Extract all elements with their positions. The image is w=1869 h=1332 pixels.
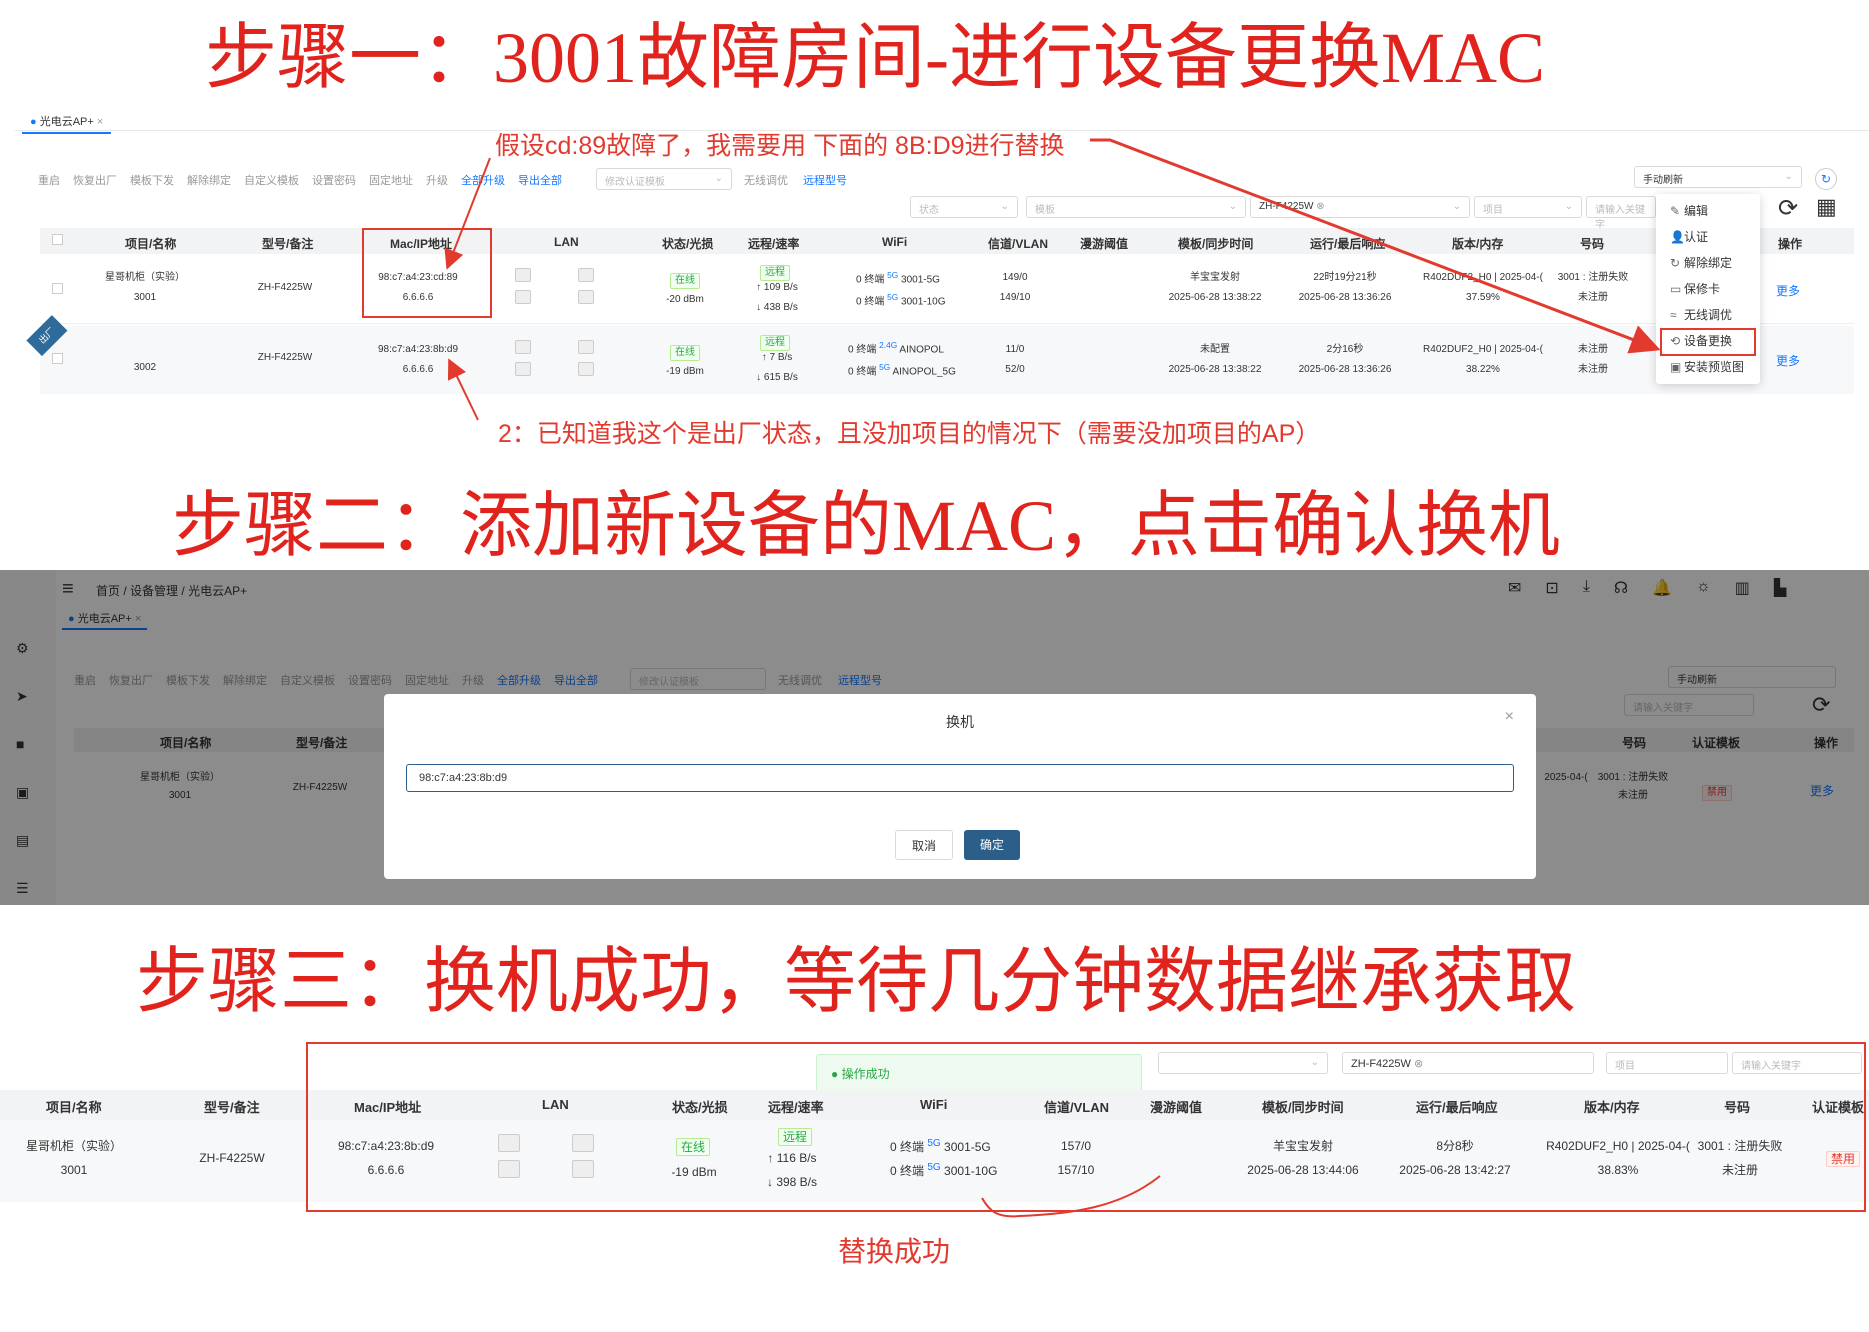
close-icon[interactable]: × [1505, 708, 1514, 726]
arrow [1090, 138, 1661, 354]
col-name: 项目/名称 [46, 1100, 102, 1115]
col-model: 型号/备注 [204, 1100, 260, 1115]
arrows-step1 [444, 138, 1661, 421]
step3-title: 步骤三：换机成功，等待几分钟数据继承获取 [136, 942, 1577, 1022]
annotation-success: 替换成功 [838, 1236, 951, 1267]
dialog-title: 换机 [946, 714, 974, 730]
row-model: ZH-F4225W [199, 1151, 265, 1165]
arrow [444, 157, 491, 270]
row-name[interactable]: 星哥机柜（实验） [14, 1136, 134, 1156]
mac-input[interactable] [406, 764, 1514, 792]
confirm-button[interactable]: 确定 [964, 830, 1021, 860]
step2-title: 步骤二：添加新设备的MAC，点击确认换机 [172, 486, 1561, 566]
cancel-button[interactable]: 取消 [895, 830, 954, 860]
arrow [447, 358, 479, 421]
underline-curve [981, 1175, 1161, 1218]
row-room: 3001 [60, 1163, 88, 1177]
annotation-note2: 2：已知道我这个是出厂状态，且没加项目的情况下（需要没加项目的AP） [498, 420, 1321, 448]
replace-dialog: 换机 × 取消 确定 [384, 694, 1536, 879]
